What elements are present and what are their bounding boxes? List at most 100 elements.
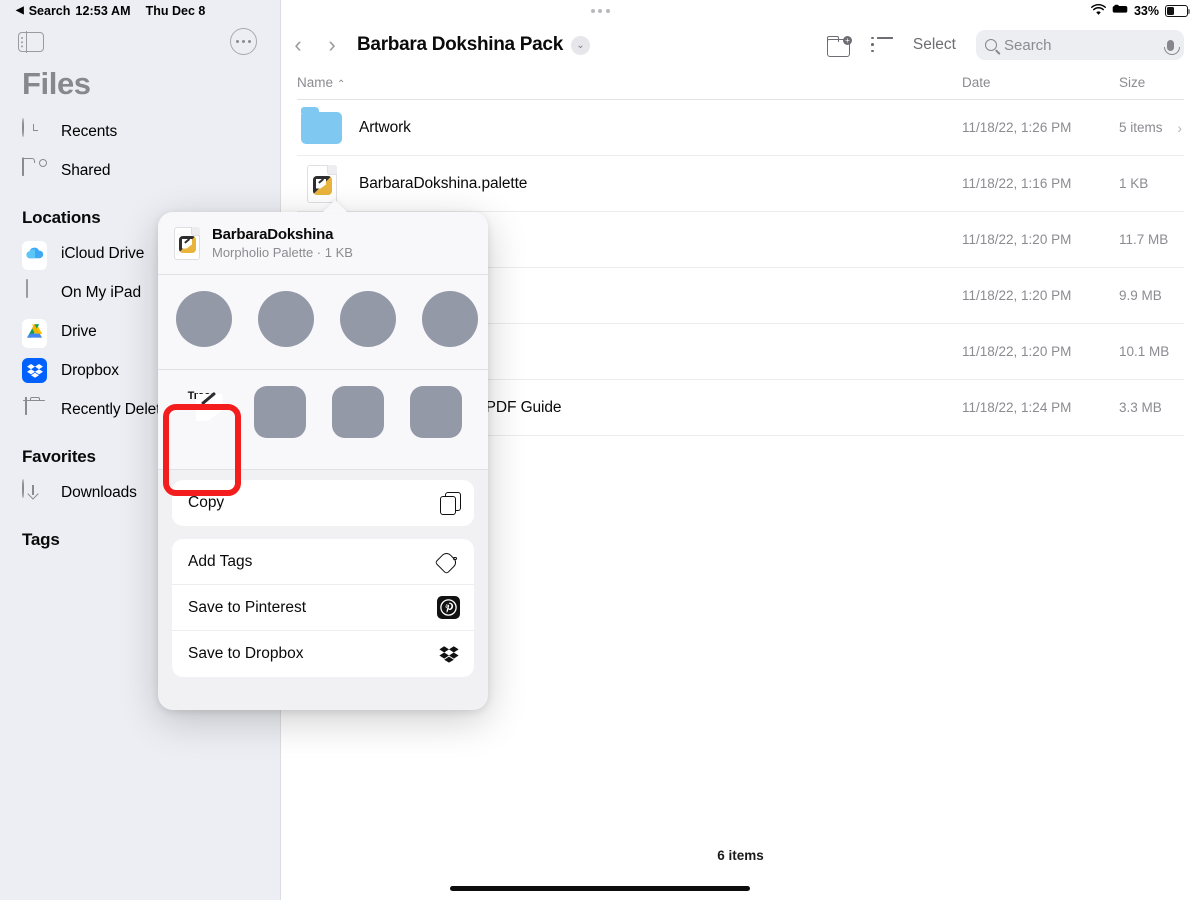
shared-folder-icon	[22, 158, 48, 184]
menu-item-save-to-dropbox[interactable]: Save to Dropbox	[172, 631, 474, 677]
select-button[interactable]: Select	[913, 36, 956, 54]
share-app-trace[interactable]: Trace	[176, 386, 228, 404]
search-icon	[985, 39, 997, 51]
home-indicator[interactable]	[450, 886, 750, 891]
title-chevron-down-icon[interactable]: ⌄	[571, 36, 590, 55]
file-date: 11/18/22, 1:20 PM	[962, 232, 1071, 247]
column-headers: Name⌃ Date Size	[297, 72, 1184, 100]
battery-percent-label: 33%	[1134, 4, 1159, 18]
new-folder-icon[interactable]: +	[827, 36, 851, 55]
icloud-icon	[22, 241, 48, 267]
popover-arrow	[322, 200, 348, 213]
sleep-focus-icon	[1112, 4, 1128, 18]
sidebar-item-recents[interactable]: Recents	[0, 112, 281, 151]
page-title: Files	[22, 66, 91, 102]
navigation-bar: ‹ › Barbara Dokshina Pack ⌄ + Select Sea…	[281, 24, 1200, 66]
sidebar-item-label: Dropbox	[61, 362, 119, 380]
more-ellipsis-icon[interactable]	[230, 28, 257, 55]
navigation-actions: + Select Search	[827, 24, 1184, 66]
menu-item-copy[interactable]: Copy	[172, 480, 474, 526]
menu-item-label: Save to Dropbox	[188, 645, 303, 663]
sidebar-item-label: On My iPad	[61, 284, 141, 302]
menu-item-add-tags[interactable]: Add Tags	[172, 539, 474, 585]
list-view-icon[interactable]	[871, 37, 893, 53]
app-placeholder-icon[interactable]	[332, 386, 384, 438]
share-actions: Copy Add Tags Save to Pinterest	[158, 470, 488, 677]
avatar[interactable]	[340, 291, 396, 347]
table-row[interactable]: BarbaraDokshina.palette 11/18/22, 1:16 P…	[297, 156, 1184, 212]
pinterest-icon	[437, 596, 460, 619]
share-doc-subtitle: Morpholio Palette · 1 KB	[212, 245, 353, 260]
sidebar-item-label: Recently Delete	[61, 401, 169, 419]
item-count-label: 6 items	[281, 848, 1200, 863]
file-date: 11/18/22, 1:20 PM	[962, 344, 1071, 359]
folder-icon	[301, 112, 342, 144]
app-placeholder-icon[interactable]	[254, 386, 306, 438]
column-header-name[interactable]: Name⌃	[297, 75, 345, 90]
share-action-group: Copy	[172, 480, 474, 526]
file-size: 5 items	[1119, 120, 1163, 135]
sidebar-item-label: Drive	[61, 323, 97, 341]
column-header-size[interactable]: Size	[1119, 75, 1145, 90]
breadcrumb-title: Barbara Dokshina Pack	[357, 34, 563, 56]
clock-icon	[22, 119, 48, 145]
column-header-date[interactable]: Date	[962, 75, 991, 90]
file-size: 11.7 MB	[1119, 232, 1168, 247]
file-name: BarbaraDokshina.palette	[359, 175, 527, 193]
battery-icon	[1165, 5, 1188, 17]
sort-ascending-icon: ⌃	[337, 79, 345, 90]
download-circle-icon	[22, 480, 48, 506]
status-bar-center	[0, 9, 1200, 13]
multitasking-dots-icon[interactable]	[591, 9, 610, 13]
file-date: 11/18/22, 1:26 PM	[962, 120, 1071, 135]
tag-icon	[438, 551, 460, 572]
dropbox-icon	[22, 358, 48, 384]
menu-item-save-to-pinterest[interactable]: Save to Pinterest	[172, 585, 474, 631]
palette-document-icon	[307, 165, 337, 203]
share-sheet: BarbaraDokshina Morpholio Palette · 1 KB…	[158, 212, 488, 710]
avatar[interactable]	[176, 291, 232, 347]
disclosure-chevron-icon[interactable]: ›	[1177, 120, 1182, 136]
ipad-icon	[22, 280, 48, 306]
ipad-files-app: ◀ Search 12:53 AM Thu Dec 8 33	[0, 0, 1200, 900]
search-input[interactable]: Search	[976, 30, 1184, 60]
search-placeholder: Search	[1004, 37, 1052, 54]
sidebar-item-shared[interactable]: Shared	[0, 151, 281, 190]
share-sheet-header: BarbaraDokshina Morpholio Palette · 1 KB	[158, 212, 488, 275]
status-bar: ◀ Search 12:53 AM Thu Dec 8 33	[0, 0, 1200, 22]
back-button[interactable]: ‹	[281, 32, 315, 58]
palette-document-icon	[174, 227, 200, 260]
sidebar-item-label: iCloud Drive	[61, 245, 144, 263]
wifi-icon	[1091, 4, 1106, 19]
sidebar-section-label: Locations	[22, 208, 101, 228]
file-date: 11/18/22, 1:24 PM	[962, 400, 1071, 415]
file-date: 11/18/22, 1:20 PM	[962, 288, 1071, 303]
file-size: 9.9 MB	[1119, 288, 1162, 303]
sidebar-toolbar	[0, 28, 281, 68]
copy-icon	[440, 492, 460, 514]
microphone-icon[interactable]	[1167, 40, 1174, 51]
file-name: Artwork	[359, 119, 411, 137]
google-drive-icon	[22, 319, 48, 345]
forward-button[interactable]: ›	[315, 32, 349, 58]
table-row[interactable]: Artwork 11/18/22, 1:26 PM 5 items ›	[297, 100, 1184, 156]
file-date: 11/18/22, 1:16 PM	[962, 176, 1071, 191]
sidebar-item-label: Recents	[61, 123, 117, 141]
file-size: 10.1 MB	[1119, 344, 1169, 359]
avatar[interactable]	[258, 291, 314, 347]
file-size: 3.3 MB	[1119, 400, 1162, 415]
sidebar-item-label: Shared	[61, 162, 110, 180]
sidebar-toggle-icon[interactable]	[18, 32, 44, 52]
sidebar-item-label: Downloads	[61, 484, 137, 502]
trash-icon	[22, 397, 48, 423]
airdrop-contacts-row	[158, 275, 488, 370]
menu-item-label: Copy	[188, 494, 224, 512]
share-doc-title: BarbaraDokshina	[212, 226, 353, 243]
dropbox-icon	[438, 644, 460, 664]
status-bar-right: 33%	[1091, 0, 1188, 22]
avatar[interactable]	[422, 291, 478, 347]
file-size: 1 KB	[1119, 176, 1148, 191]
app-placeholder-icon[interactable]	[410, 386, 462, 438]
share-action-group: Add Tags Save to Pinterest Save to Dropb…	[172, 539, 474, 677]
share-apps-row: Trace	[158, 370, 488, 470]
